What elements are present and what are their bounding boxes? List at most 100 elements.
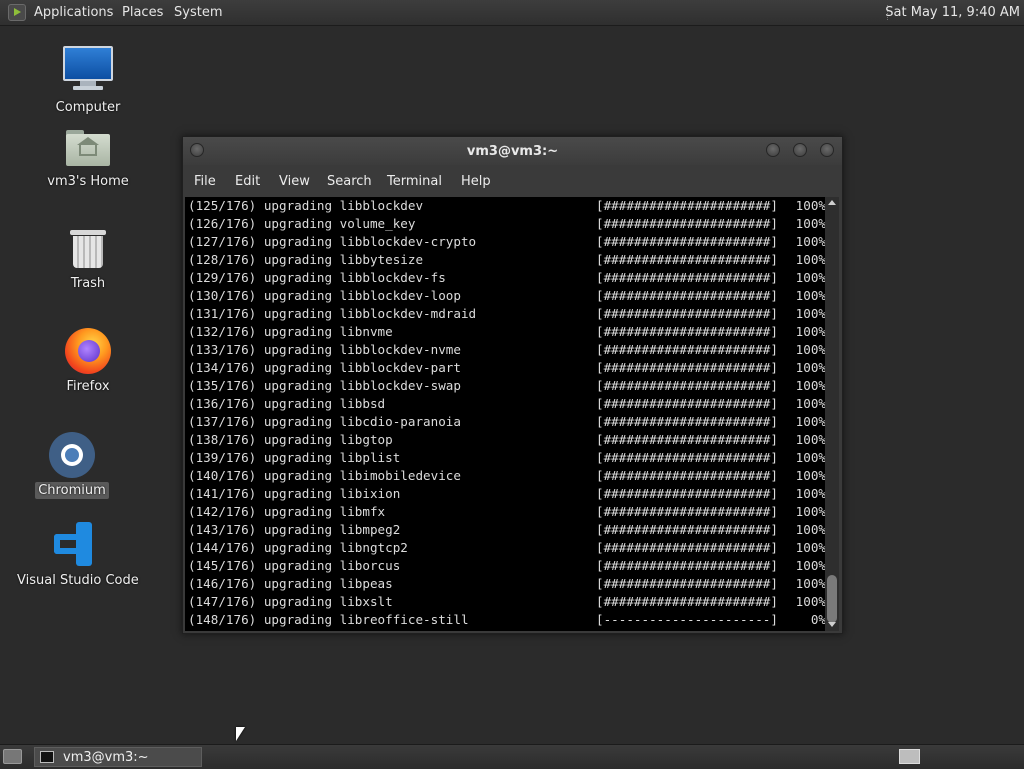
progress-percent: 100% [795,558,825,573]
scroll-down-icon[interactable] [828,622,836,627]
desktop-icon-home[interactable]: vm3's Home [40,128,136,190]
progress-percent: 100% [795,360,825,375]
terminal-line: (145/176) upgrading liborcus [###########… [188,557,825,575]
close-button[interactable] [820,143,834,157]
terminal-line: (125/176) upgrading libblockdev [########… [188,197,825,215]
terminal-line-text: (129/176) upgrading libblockdev-fs [188,270,446,285]
terminal-line-text: (148/176) upgrading libreoffice-still [188,612,469,627]
progress-percent: 100% [795,342,825,357]
progress-percent: 0% [810,612,825,627]
terminal-line: (143/176) upgrading libmpeg2 [###########… [188,521,825,539]
scroll-up-icon[interactable] [828,200,836,205]
scrollbar-thumb[interactable] [827,575,837,623]
menu-view[interactable]: View [279,165,310,199]
taskbar-label: vm3@vm3:~ [63,750,149,765]
taskbar-terminal-button[interactable]: vm3@vm3:~ [34,747,202,767]
progress-percent: 100% [795,576,825,591]
terminal-line: (142/176) upgrading libmfx [#############… [188,503,825,521]
terminal-line-text: (145/176) upgrading liborcus [188,558,401,573]
trash-icon [68,230,108,268]
window-titlebar[interactable]: vm3@vm3:~ [183,137,842,165]
progress-percent: 100% [795,396,825,411]
desktop-icon-label: Trash [70,276,106,291]
desktop-icon-label: Computer [55,100,121,115]
terminal-line: (134/176) upgrading libblockdev-part [###… [188,359,825,377]
terminal-line-text: (144/176) upgrading libngtcp2 [188,540,408,555]
desktop-icon-trash[interactable]: Trash [40,228,136,292]
desktop-icon-computer[interactable]: Computer [40,44,136,116]
mouse-pointer-icon [236,727,245,741]
clock[interactable]: Sat May 11, 9:40 AM [885,0,1020,25]
progress-percent: 100% [795,252,825,267]
terminal-line: (147/176) upgrading libxslt [############… [188,593,825,611]
minimize-button[interactable] [766,143,780,157]
menu-system[interactable]: System [174,0,222,25]
terminal-line: (148/176) upgrading libreoffice-still [--… [188,611,825,629]
terminal-output[interactable]: (125/176) upgrading libblockdev [########… [185,197,825,631]
progress-percent: 100% [795,594,825,609]
progress-percent: 100% [795,306,825,321]
top-panel: Applications Places System Sat May 11, 9… [0,0,1024,26]
vscode-icon [52,522,96,566]
terminal-line-text: (128/176) upgrading libbytesize [188,252,424,267]
terminal-line-text: (142/176) upgrading libmfx [188,504,386,519]
progress-bar-text: [######################] [596,288,778,303]
desktop-icon-firefox[interactable]: Firefox [40,326,136,395]
show-desktop-button[interactable] [3,749,22,764]
terminal-line: (138/176) upgrading libgtop [############… [188,431,825,449]
window-title: vm3@vm3:~ [466,144,559,159]
desktop-icon-chromium[interactable]: Chromium [24,430,120,499]
bottom-panel: vm3@vm3:~ [0,744,1024,769]
terminal-line: (126/176) upgrading volume_key [#########… [188,215,825,233]
terminal-line: (146/176) upgrading libpeas [############… [188,575,825,593]
firefox-icon [65,328,111,374]
chromium-icon [49,432,95,478]
progress-bar-text: [######################] [596,342,778,357]
terminal-line-text: (126/176) upgrading volume_key [188,216,416,231]
terminal-line-text: (130/176) upgrading libblockdev-loop [188,288,461,303]
terminal-icon [40,751,54,763]
progress-bar-text: [######################] [596,468,778,483]
terminal-scrollbar[interactable] [825,197,839,631]
menu-help[interactable]: Help [461,165,491,199]
window-menu-button[interactable] [190,143,204,157]
terminal-line: (140/176) upgrading libimobiledevice [###… [188,467,825,485]
terminal-line-text: (127/176) upgrading libblockdev-crypto [188,234,477,249]
terminal-window: vm3@vm3:~ File Edit View Search Terminal… [182,136,843,634]
progress-percent: 100% [795,234,825,249]
menu-applications[interactable]: Applications [34,0,113,25]
progress-percent: 100% [795,216,825,231]
desktop-icon-label: Visual Studio Code [17,573,139,588]
menu-search[interactable]: Search [327,165,372,199]
terminal-line-text: (131/176) upgrading libblockdev-mdraid [188,306,477,321]
computer-icon [63,46,113,90]
desktop-icon-vscode[interactable]: Visual Studio Code [14,520,139,589]
progress-bar-text: [######################] [596,414,778,429]
progress-bar-text: [######################] [596,198,778,213]
terminal-line-text: (138/176) upgrading libgtop [188,432,393,447]
desktop-icon-label: vm3's Home [47,174,129,189]
workspace-switcher[interactable] [899,749,920,764]
progress-bar-text: [######################] [596,486,778,501]
menu-places[interactable]: Places [122,0,163,25]
terminal-line: (144/176) upgrading libngtcp2 [##########… [188,539,825,557]
progress-bar-text: [######################] [596,450,778,465]
menu-terminal[interactable]: Terminal [387,165,442,199]
progress-bar-text: [######################] [596,306,778,321]
terminal-line-text: (140/176) upgrading libimobiledevice [188,468,461,483]
progress-bar-text: [######################] [596,378,778,393]
terminal-line: (137/176) upgrading libcdio-paranoia [###… [188,413,825,431]
progress-percent: 100% [795,540,825,555]
menu-file[interactable]: File [194,165,216,199]
home-folder-icon [66,130,110,166]
menu-edit[interactable]: Edit [235,165,260,199]
progress-percent: 100% [795,432,825,447]
desktop-icon-label: Chromium [35,482,109,499]
progress-percent: 100% [795,198,825,213]
maximize-button[interactable] [793,143,807,157]
distro-logo-icon[interactable] [8,4,26,21]
terminal-line-text: (137/176) upgrading libcdio-paranoia [188,414,461,429]
progress-bar-text: [######################] [596,360,778,375]
terminal-line-text: (132/176) upgrading libnvme [188,324,393,339]
terminal-line: (132/176) upgrading libnvme [############… [188,323,825,341]
